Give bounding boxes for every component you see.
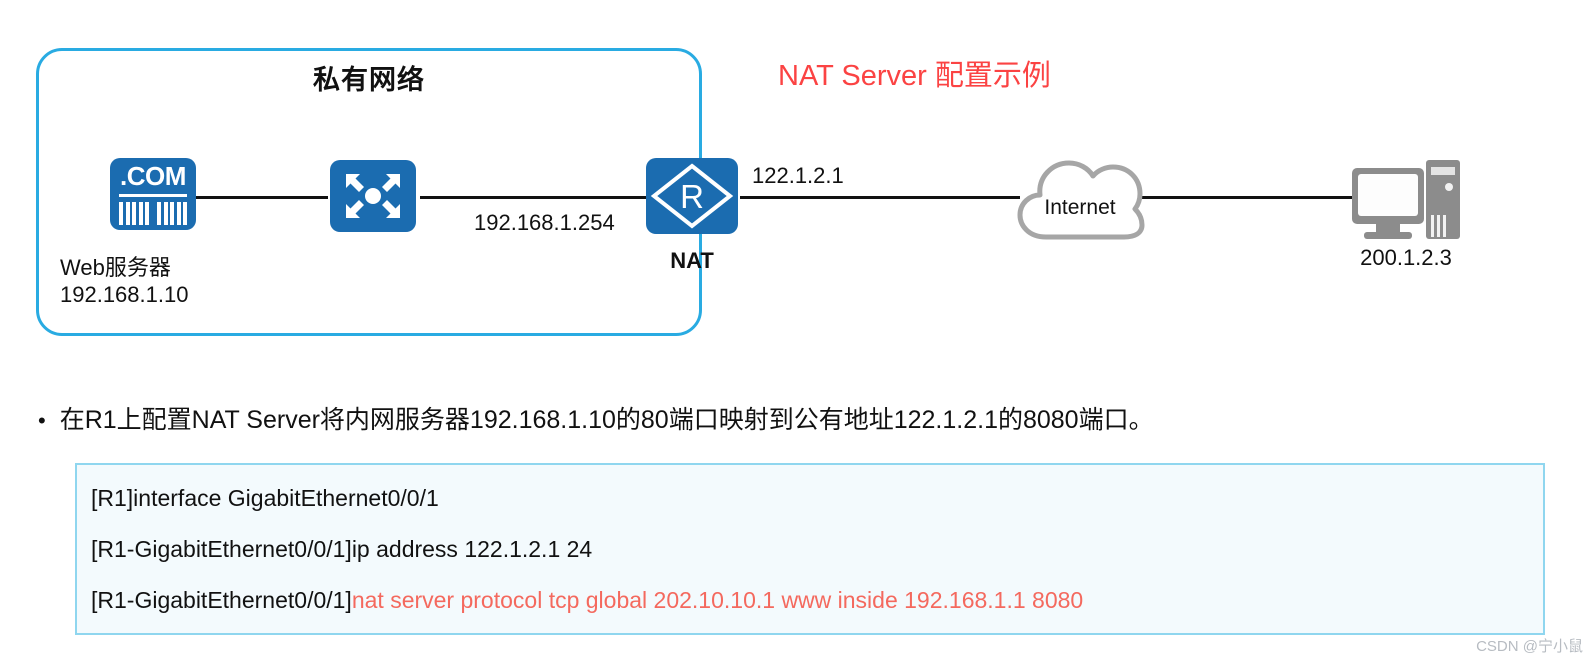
desktop-computer-icon [1352,160,1460,239]
switch-icon [330,160,416,232]
switch-center-dot [365,188,381,204]
private-network-title: 私有网络 [313,65,425,95]
inside-gateway-ip-label: 192.168.1.254 [474,210,615,235]
server-com-text: .COM [120,161,186,191]
link-internet-to-pc [1140,196,1352,199]
server-bars [119,202,187,225]
config-prompt: [R1]interface GigabitEthernet0/0/1 [91,485,439,511]
page-headline: NAT Server 配置示例 [778,60,1051,92]
config-line: [R1-GigabitEthernet0/0/1]nat server prot… [91,589,1543,612]
node-client-pc[interactable] [1352,160,1460,247]
csdn-watermark: CSDN @宁小鼠 [1476,638,1583,655]
router-icon: R [646,158,738,234]
bullet-marker: • [38,408,46,433]
config-command: nat server protocol tcp global 202.10.10… [351,587,1084,613]
client-pc-ip: 200.1.2.3 [1360,245,1452,270]
web-server-ip: 192.168.1.10 [60,282,189,307]
server-divider [119,194,187,197]
node-web-server[interactable]: .COM [110,158,196,230]
router-config-block: [R1]interface GigabitEthernet0/0/1 [R1-G… [75,463,1545,635]
svg-text:R: R [680,178,704,215]
link-switch-to-router [420,196,648,199]
link-server-to-switch [196,196,328,199]
config-line: [R1-GigabitEthernet0/0/1]ip address 122.… [91,538,1543,561]
web-server-label: Web服务器 [60,255,171,280]
nat-router-label: NAT [670,248,714,273]
outside-ip-label: 122.1.2.1 [752,163,844,188]
link-router-to-internet [740,196,1020,199]
bullet-description: 在R1上配置NAT Server将内网服务器192.168.1.10的80端口映… [59,406,1154,434]
node-nat-router[interactable]: R [646,158,738,234]
config-line: [R1]interface GigabitEthernet0/0/1 [91,487,1543,510]
config-prompt: [R1-GigabitEthernet0/0/1]ip address 122.… [91,536,593,562]
bullet-row: • 在R1上配置NAT Server将内网服务器192.168.1.10的80端… [38,400,1558,436]
node-switch[interactable] [330,160,416,232]
network-topology-diagram: 私有网络 NAT Server 配置示例 .COM Web服务器 192.168… [0,0,1591,380]
server-dotcom-icon: .COM [110,158,196,230]
config-prompt: [R1-GigabitEthernet0/0/1] [91,587,352,613]
internet-label: Internet [1044,196,1116,219]
